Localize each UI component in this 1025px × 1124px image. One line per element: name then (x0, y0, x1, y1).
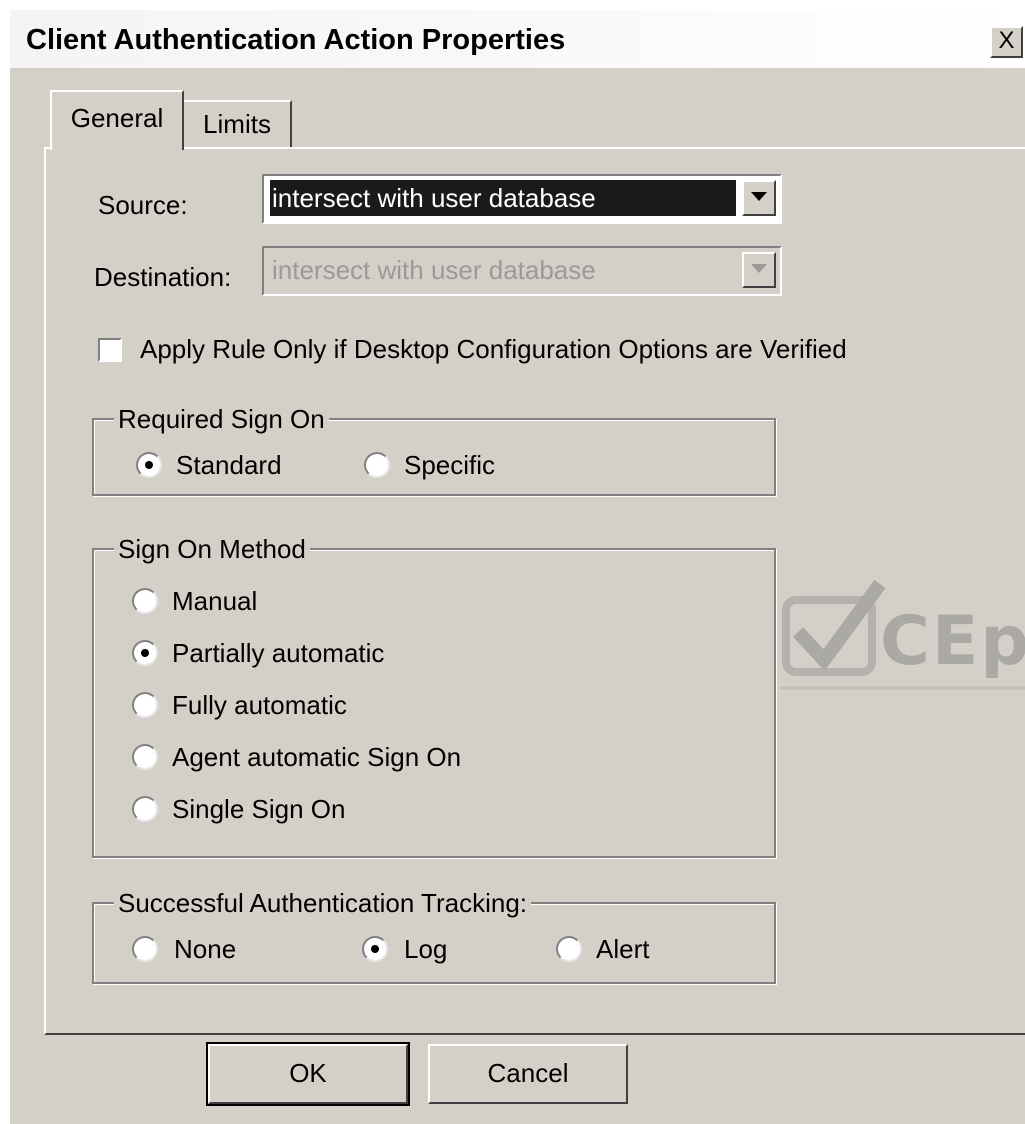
close-button[interactable]: X (990, 26, 1023, 58)
radio-agent-automatic-label: Agent automatic Sign On (172, 742, 462, 772)
tab-general[interactable]: General (50, 90, 184, 150)
desktop-config-checkbox[interactable] (98, 338, 122, 362)
source-label: Source: (98, 190, 188, 220)
tracking-title: Successful Authentication Tracking: (114, 888, 532, 918)
chevron-down-icon (751, 264, 767, 273)
cancel-button-label: Cancel (487, 1058, 569, 1088)
source-dropdown-button[interactable] (742, 180, 776, 216)
destination-dropdown-button[interactable] (742, 252, 776, 288)
chevron-down-icon (751, 192, 767, 201)
title-bar[interactable]: Client Authentication Action Properties … (10, 10, 1025, 68)
ok-button-label: OK (289, 1058, 327, 1088)
sign-on-method-title: Sign On Method (114, 534, 310, 564)
ok-button[interactable]: OK (206, 1042, 410, 1106)
radio-alert-label: Alert (596, 934, 650, 964)
radio-single-sign-on[interactable] (132, 796, 158, 822)
source-selected-value: intersect with user database (270, 180, 736, 216)
radio-fully-automatic-label: Fully automatic (172, 690, 347, 720)
radio-log-label: Log (404, 934, 448, 964)
destination-selected-value: intersect with user database (272, 255, 596, 285)
radio-manual-label: Manual (172, 586, 258, 616)
window-title: Client Authentication Action Properties (26, 24, 566, 56)
desktop-config-label: Apply Rule Only if Desktop Configuration… (140, 334, 847, 364)
radio-partially-automatic-label: Partially automatic (172, 638, 385, 668)
required-sign-on-title: Required Sign On (114, 404, 329, 434)
source-select[interactable]: intersect with user database (262, 174, 782, 224)
radio-alert[interactable] (556, 936, 582, 962)
tab-general-label: General (70, 103, 164, 133)
radio-selected-dot (371, 945, 379, 953)
radio-agent-automatic[interactable] (132, 744, 158, 770)
radio-log[interactable] (362, 936, 388, 962)
radio-selected-dot (145, 461, 153, 469)
radio-standard-label: Standard (176, 450, 282, 480)
radio-single-sign-on-label: Single Sign On (172, 794, 346, 824)
radio-none[interactable] (132, 936, 158, 962)
tab-limits[interactable]: Limits (182, 100, 292, 148)
close-icon: X (998, 27, 1015, 54)
destination-select[interactable]: intersect with user database (262, 246, 782, 296)
radio-partially-automatic[interactable] (132, 640, 158, 666)
radio-specific-label: Specific (404, 450, 496, 480)
radio-none-label: None (174, 934, 237, 964)
radio-selected-dot (141, 649, 149, 657)
destination-label: Destination: (94, 262, 232, 292)
radio-specific[interactable] (364, 452, 390, 478)
radio-standard[interactable] (136, 452, 162, 478)
tab-limits-label: Limits (203, 109, 271, 139)
dialog-window: Client Authentication Action Properties … (8, 8, 1025, 1124)
radio-manual[interactable] (132, 588, 158, 614)
radio-fully-automatic[interactable] (132, 692, 158, 718)
cancel-button[interactable]: Cancel (428, 1044, 628, 1104)
